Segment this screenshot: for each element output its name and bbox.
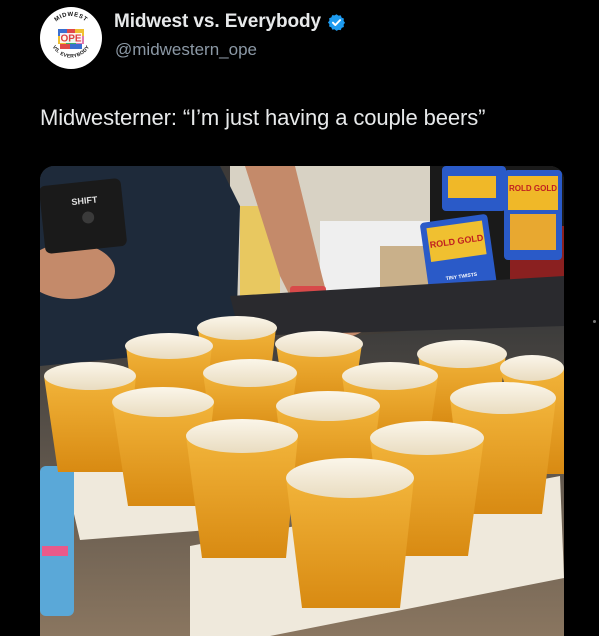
tweet-text: Midwesterner: “I’m just having a couple … [40, 105, 486, 130]
snack-brand-label-2: ROLD GOLD [509, 184, 557, 193]
beer-cup [186, 419, 298, 558]
pretzel-bag-2: ROLD GOLD [504, 170, 562, 260]
author-name-row: Midwest vs. Everybody [114, 11, 346, 33]
tweet-photo[interactable]: SHIFT ROLD GOLD ROLD GOLD TINY TWISTS [40, 166, 564, 636]
pretzel-bag-1 [442, 166, 506, 211]
avatar-logo-main: OPE [60, 34, 81, 45]
ope-logo-icon: MIDWEST VS. EVERYBODY OPE [41, 8, 101, 68]
scroll-indicator [593, 320, 596, 323]
author-display-name[interactable]: Midwest vs. Everybody [114, 11, 321, 33]
beer-cups-photo: SHIFT ROLD GOLD ROLD GOLD TINY TWISTS [40, 166, 564, 636]
tweet-post: MIDWEST VS. EVERYBODY OPE Midwest vs. Ev… [0, 0, 599, 636]
author-handle[interactable]: @midwestern_ope [115, 40, 257, 60]
avatar[interactable]: MIDWEST VS. EVERYBODY OPE [40, 7, 102, 69]
beer-cup [286, 458, 414, 608]
verified-badge-icon [327, 13, 346, 32]
